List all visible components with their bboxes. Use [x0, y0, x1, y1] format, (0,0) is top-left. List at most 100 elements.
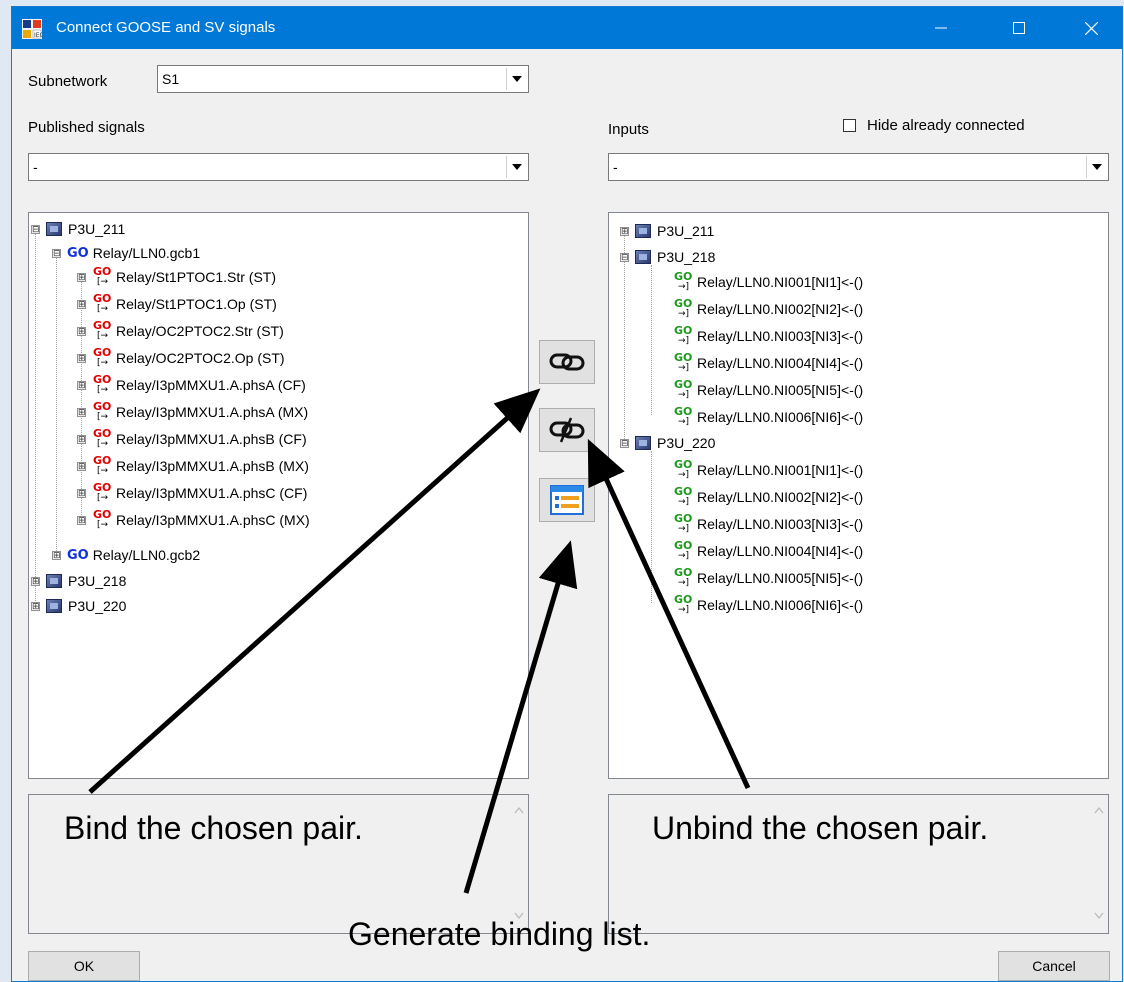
expand-icon[interactable]: ⊞	[77, 380, 86, 390]
svg-text:IEC: IEC	[34, 32, 42, 39]
tree-node-gcb[interactable]: ⊟ GO Relay/LLN0.gcb1	[52, 241, 200, 265]
tree-node-input[interactable]: GO →] Relay/LLN0.NI006[NI6]<-()	[673, 405, 863, 429]
tree-node-label: Relay/I3pMMXU1.A.phsB (MX)	[116, 458, 309, 474]
expand-icon[interactable]: ⊞	[77, 461, 86, 471]
hide-connected-checkbox[interactable]	[843, 119, 856, 132]
tree-node-input[interactable]: GO →] Relay/LLN0.NI002[NI2]<-()	[673, 297, 863, 321]
expand-icon[interactable]: ⊞	[77, 515, 86, 525]
goose-subscribe-icon: GO →]	[674, 297, 693, 319]
goose-publish-icon: GO [→	[93, 508, 112, 530]
published-filter-value: -	[33, 159, 38, 175]
unbind-annotation: Unbind the chosen pair.	[652, 810, 989, 846]
tree-node-input[interactable]: GO →] Relay/LLN0.NI004[NI4]<-()	[673, 539, 863, 563]
expand-icon[interactable]: ⊞	[77, 434, 86, 444]
expand-icon[interactable]: ⊞	[52, 550, 61, 560]
collapse-icon[interactable]: ⊟	[31, 224, 40, 234]
tree-node-signal[interactable]: ⊞ GO [→ Relay/OC2PTOC2.Str (ST)	[77, 319, 284, 343]
scrollbar[interactable]	[1090, 795, 1108, 933]
tree-node-signal[interactable]: ⊞ GO [→ Relay/I3pMMXU1.A.phsA (MX)	[77, 400, 308, 424]
tree-node-label: Relay/LLN0.NI004[NI4]<-()	[697, 355, 864, 371]
device-icon	[46, 599, 62, 613]
tree-node-signal[interactable]: ⊞ GO [→ Relay/I3pMMXU1.A.phsC (CF)	[77, 481, 307, 505]
tree-node-device[interactable]: ⊞ P3U_220	[31, 594, 126, 618]
tree-node-gcb[interactable]: ⊞ GO Relay/LLN0.gcb2	[52, 543, 200, 567]
tree-node-device[interactable]: ⊟ P3U_211	[31, 217, 125, 241]
tree-node-input[interactable]: GO →] Relay/LLN0.NI002[NI2]<-()	[673, 485, 863, 509]
expand-icon[interactable]: ⊞	[31, 601, 40, 611]
tree-node-input[interactable]: GO →] Relay/LLN0.NI005[NI5]<-()	[673, 566, 863, 590]
tree-node-signal[interactable]: ⊞ GO [→ Relay/I3pMMXU1.A.phsA (CF)	[77, 373, 306, 397]
tree-node-input[interactable]: GO →] Relay/LLN0.NI004[NI4]<-()	[673, 351, 863, 375]
expand-icon[interactable]: ⊞	[77, 326, 86, 336]
chevron-down-icon[interactable]	[506, 156, 526, 178]
tree-node-label: Relay/LLN0.NI001[NI1]<-()	[697, 274, 864, 290]
cancel-button[interactable]: Cancel	[998, 951, 1110, 981]
minimize-button[interactable]	[918, 7, 964, 49]
tree-node-signal[interactable]: ⊞ GO [→ Relay/I3pMMXU1.A.phsB (MX)	[77, 454, 309, 478]
minimize-icon	[935, 27, 947, 29]
tree-node-signal[interactable]: ⊞ GO [→ Relay/St1PTOC1.Str (ST)	[77, 265, 276, 289]
app-icon: IEC	[22, 19, 42, 39]
goose-subscribe-icon: GO →]	[674, 378, 693, 400]
published-filter-select[interactable]: -	[28, 153, 529, 181]
tree-node-label: Relay/I3pMMXU1.A.phsA (CF)	[116, 377, 306, 393]
expand-icon[interactable]: ⊞	[77, 299, 86, 309]
tree-node-label: Relay/I3pMMXU1.A.phsB (CF)	[116, 431, 307, 447]
maximize-button[interactable]	[996, 7, 1042, 49]
tree-node-label: Relay/LLN0.gcb1	[92, 245, 201, 261]
tree-node-label: Relay/OC2PTOC2.Str (ST)	[116, 323, 284, 339]
inputs-filter-select[interactable]: -	[608, 153, 1109, 181]
generate-binding-list-button[interactable]	[539, 478, 595, 522]
tree-node-device[interactable]: ⊟ P3U_218	[620, 245, 715, 269]
subnetwork-select[interactable]: S1	[157, 65, 529, 93]
tree-node-signal[interactable]: ⊞ GO [→ Relay/St1PTOC1.Op (ST)	[77, 292, 277, 316]
tree-node-input[interactable]: GO →] Relay/LLN0.NI003[NI3]<-()	[673, 324, 863, 348]
tree-node-label: P3U_220	[657, 435, 716, 451]
ok-button[interactable]: OK	[28, 951, 140, 981]
goose-publish-icon: GO [→	[93, 427, 112, 449]
chevron-down-icon[interactable]	[1086, 156, 1106, 178]
collapse-icon[interactable]: ⊟	[620, 252, 629, 262]
expand-icon[interactable]: ⊞	[31, 576, 40, 586]
unbind-button[interactable]	[539, 408, 595, 452]
tree-node-signal[interactable]: ⊞ GO [→ Relay/I3pMMXU1.A.phsB (CF)	[77, 427, 307, 451]
bind-button[interactable]	[539, 340, 595, 384]
device-icon	[46, 222, 62, 236]
tree-node-label: Relay/St1PTOC1.Op (ST)	[116, 296, 277, 312]
tree-node-device[interactable]: ⊞ P3U_211	[620, 219, 714, 243]
chevron-down-icon[interactable]	[506, 68, 526, 90]
tree-node-device[interactable]: ⊞ P3U_218	[31, 569, 126, 593]
tree-node-input[interactable]: GO →] Relay/LLN0.NI005[NI5]<-()	[673, 378, 863, 402]
expand-icon[interactable]: ⊞	[77, 407, 86, 417]
tree-node-device[interactable]: ⊟ P3U_220	[620, 431, 715, 455]
expand-icon[interactable]: ⊞	[620, 226, 629, 236]
tree-node-label: P3U_218	[657, 249, 716, 265]
tree-node-input[interactable]: GO →] Relay/LLN0.NI001[NI1]<-()	[673, 270, 863, 294]
expand-icon[interactable]: ⊞	[77, 488, 86, 498]
subnetwork-value: S1	[162, 71, 180, 87]
goose-icon: GO	[67, 245, 89, 261]
close-button[interactable]	[1068, 7, 1114, 49]
tree-node-label: P3U_211	[657, 223, 715, 239]
goose-publish-icon: GO [→	[93, 454, 112, 476]
tree-node-signal[interactable]: ⊞ GO [→ Relay/OC2PTOC2.Op (ST)	[77, 346, 285, 370]
goose-subscribe-icon: GO →]	[674, 458, 693, 480]
published-signals-tree[interactable]: ⊟ P3U_211 ⊟ GO Relay/LLN0.gcb1 ⊞ GO [→ Re…	[28, 212, 529, 779]
tree-node-signal[interactable]: ⊞ GO [→ Relay/I3pMMXU1.A.phsC (MX)	[77, 508, 310, 532]
collapse-icon[interactable]: ⊟	[52, 248, 61, 258]
tree-node-label: Relay/I3pMMXU1.A.phsC (CF)	[116, 485, 308, 501]
goose-subscribe-icon: GO →]	[674, 566, 693, 588]
generate-annotation: Generate binding list.	[348, 916, 651, 952]
goose-subscribe-icon: GO →]	[674, 512, 693, 534]
tree-node-label: Relay/LLN0.NI002[NI2]<-()	[697, 301, 864, 317]
tree-node-input[interactable]: GO →] Relay/LLN0.NI006[NI6]<-()	[673, 593, 863, 617]
link-icon	[549, 353, 585, 371]
expand-icon[interactable]: ⊞	[77, 353, 86, 363]
tree-node-input[interactable]: GO →] Relay/LLN0.NI001[NI1]<-()	[673, 458, 863, 482]
collapse-icon[interactable]: ⊟	[620, 438, 629, 448]
scrollbar[interactable]	[510, 795, 528, 933]
expand-icon[interactable]: ⊞	[77, 272, 86, 282]
tree-node-input[interactable]: GO →] Relay/LLN0.NI003[NI3]<-()	[673, 512, 863, 536]
inputs-tree[interactable]: ⊞ P3U_211 ⊟ P3U_218 GO →] Relay/LLN0.NI00…	[608, 212, 1109, 779]
title-bar[interactable]: IEC Connect GOOSE and SV signals	[12, 7, 1122, 49]
